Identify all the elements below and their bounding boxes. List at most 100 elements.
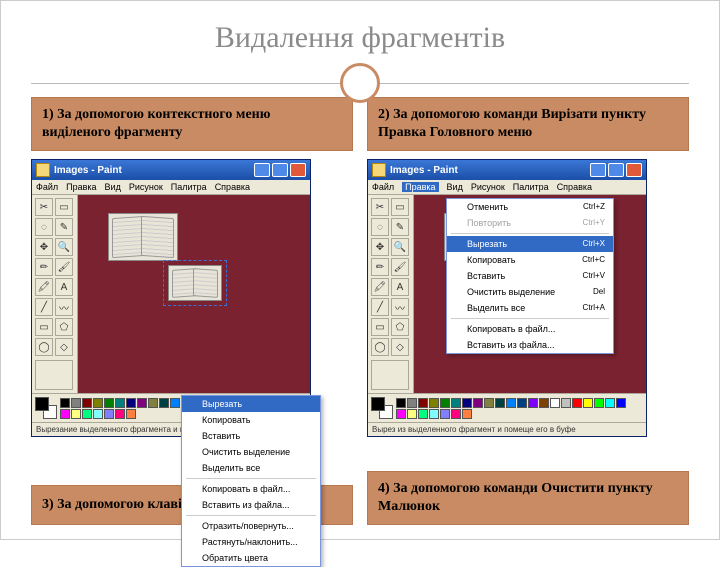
color-swatch[interactable] xyxy=(407,409,417,419)
tool-brush[interactable]: 🖌 xyxy=(391,258,409,276)
context-menu-item[interactable]: Очистить выделение xyxy=(182,444,320,460)
context-menu-item[interactable]: Копировать xyxy=(182,412,320,428)
menu-help[interactable]: Справка xyxy=(215,182,250,192)
color-swatch[interactable] xyxy=(473,398,483,408)
color-swatch[interactable] xyxy=(583,398,593,408)
color-swatch[interactable] xyxy=(396,409,406,419)
edit-menu-item[interactable]: Копировать в файл... xyxy=(447,321,613,337)
color-swatch[interactable] xyxy=(60,398,70,408)
color-swatch[interactable] xyxy=(572,398,582,408)
color-swatch[interactable] xyxy=(93,409,103,419)
context-menu-item[interactable]: Выделить все xyxy=(182,460,320,476)
minimize-button[interactable] xyxy=(254,163,270,177)
menu-view[interactable]: Вид xyxy=(447,182,463,192)
color-swatch[interactable] xyxy=(616,398,626,408)
tool-picker[interactable]: ✥ xyxy=(35,238,53,256)
color-swatch[interactable] xyxy=(170,398,180,408)
color-swatch[interactable] xyxy=(451,409,461,419)
menu-palette[interactable]: Палитра xyxy=(513,182,549,192)
tool-fill[interactable]: ✎ xyxy=(391,218,409,236)
close-button[interactable] xyxy=(290,163,306,177)
color-swatch[interactable] xyxy=(539,398,549,408)
tool-zoom[interactable]: 🔍 xyxy=(391,238,409,256)
color-swatch[interactable] xyxy=(148,398,158,408)
context-menu-item[interactable]: Отразить/повернуть... xyxy=(182,518,320,534)
menu-edit[interactable]: Правка xyxy=(402,182,438,192)
tool-freeform-select[interactable]: ✂ xyxy=(35,198,53,216)
color-swatch[interactable] xyxy=(440,398,450,408)
color-swatch[interactable] xyxy=(407,398,417,408)
tool-rect-select[interactable]: ▭ xyxy=(391,198,409,216)
color-swatch[interactable] xyxy=(71,398,81,408)
color-swatch[interactable] xyxy=(60,409,70,419)
edit-menu-item[interactable]: ВставитьCtrl+V xyxy=(447,268,613,284)
context-menu-item[interactable]: Копировать в файл... xyxy=(182,481,320,497)
color-swatch[interactable] xyxy=(126,409,136,419)
color-swatch[interactable] xyxy=(104,398,114,408)
tool-pencil[interactable]: ✏ xyxy=(371,258,389,276)
edit-menu-item[interactable]: Очистить выделениеDel xyxy=(447,284,613,300)
edit-menu-item[interactable]: ОтменитьCtrl+Z xyxy=(447,199,613,215)
menu-view[interactable]: Вид xyxy=(105,182,121,192)
tool-curve[interactable]: 〰 xyxy=(391,298,409,316)
close-button[interactable] xyxy=(626,163,642,177)
tool-eraser[interactable]: ◌ xyxy=(35,218,53,236)
tool-freeform-select[interactable]: ✂ xyxy=(371,198,389,216)
color-swatch[interactable] xyxy=(506,398,516,408)
menu-edit[interactable]: Правка xyxy=(66,182,96,192)
tool-polygon[interactable]: ⬠ xyxy=(55,318,73,336)
tool-rect[interactable]: ▭ xyxy=(35,318,53,336)
edit-menu-item[interactable]: КопироватьCtrl+C xyxy=(447,252,613,268)
color-swatches[interactable] xyxy=(396,398,636,419)
color-swatch[interactable] xyxy=(451,398,461,408)
fg-bg-colors[interactable] xyxy=(35,397,57,419)
color-swatch[interactable] xyxy=(517,398,527,408)
tool-ellipse[interactable]: ◯ xyxy=(35,338,53,356)
tool-rounded-rect[interactable]: ◇ xyxy=(391,338,409,356)
tool-fill[interactable]: ✎ xyxy=(55,218,73,236)
canvas[interactable] xyxy=(78,195,310,393)
color-swatch[interactable] xyxy=(528,398,538,408)
tool-brush[interactable]: 🖌 xyxy=(55,258,73,276)
tool-text[interactable]: A xyxy=(391,278,409,296)
tool-eraser[interactable]: ◌ xyxy=(371,218,389,236)
menu-palette[interactable]: Палитра xyxy=(171,182,207,192)
edit-menu-item[interactable]: ВырезатьCtrl+X xyxy=(447,236,613,252)
color-swatch[interactable] xyxy=(462,398,472,408)
tool-airbrush[interactable]: 🖍 xyxy=(35,278,53,296)
tool-ellipse[interactable]: ◯ xyxy=(371,338,389,356)
context-menu-item[interactable]: Вставить xyxy=(182,428,320,444)
color-swatch[interactable] xyxy=(550,398,560,408)
maximize-button[interactable] xyxy=(608,163,624,177)
tool-picker[interactable]: ✥ xyxy=(371,238,389,256)
menu-help[interactable]: Справка xyxy=(557,182,592,192)
color-swatch[interactable] xyxy=(418,409,428,419)
edit-menu-item[interactable]: Вставить из файла... xyxy=(447,337,613,353)
color-swatch[interactable] xyxy=(440,409,450,419)
color-swatch[interactable] xyxy=(429,409,439,419)
fg-bg-colors[interactable] xyxy=(371,397,393,419)
color-swatch[interactable] xyxy=(159,398,169,408)
color-swatch[interactable] xyxy=(115,409,125,419)
color-swatch[interactable] xyxy=(462,409,472,419)
color-swatch[interactable] xyxy=(71,409,81,419)
color-swatch[interactable] xyxy=(126,398,136,408)
menu-image[interactable]: Рисунок xyxy=(129,182,163,192)
color-swatch[interactable] xyxy=(104,409,114,419)
color-swatch[interactable] xyxy=(484,398,494,408)
color-swatch[interactable] xyxy=(93,398,103,408)
tool-airbrush[interactable]: 🖍 xyxy=(371,278,389,296)
color-swatch[interactable] xyxy=(418,398,428,408)
tool-pencil[interactable]: ✏ xyxy=(35,258,53,276)
tool-rect[interactable]: ▭ xyxy=(371,318,389,336)
color-swatch[interactable] xyxy=(137,398,147,408)
menu-file[interactable]: Файл xyxy=(372,182,394,192)
tool-rounded-rect[interactable]: ◇ xyxy=(55,338,73,356)
color-swatch[interactable] xyxy=(429,398,439,408)
tool-polygon[interactable]: ⬠ xyxy=(391,318,409,336)
tool-line[interactable]: ╱ xyxy=(371,298,389,316)
tool-line[interactable]: ╱ xyxy=(35,298,53,316)
context-menu-item[interactable]: Обратить цвета xyxy=(182,550,320,566)
minimize-button[interactable] xyxy=(590,163,606,177)
maximize-button[interactable] xyxy=(272,163,288,177)
